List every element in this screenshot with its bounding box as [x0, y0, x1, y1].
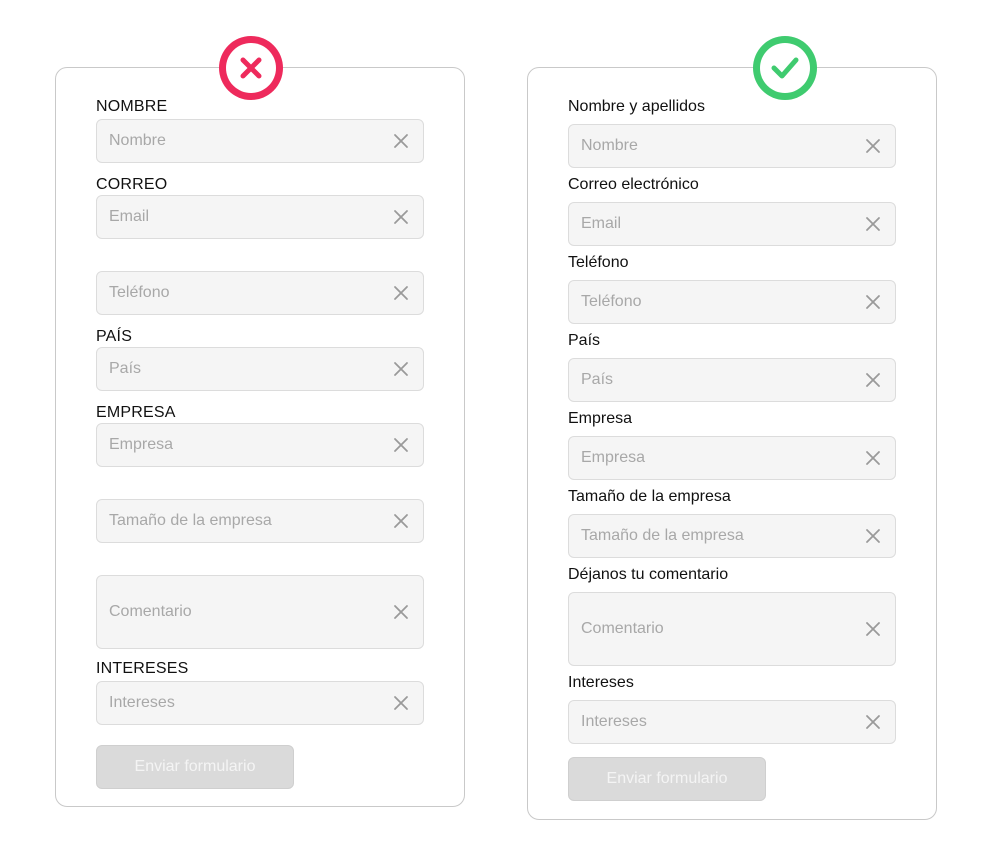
close-icon[interactable]	[393, 695, 409, 711]
x-circle-icon	[219, 36, 283, 100]
close-icon[interactable]	[393, 437, 409, 453]
good-telefono-field[interactable]: Teléfono	[568, 280, 896, 324]
close-icon[interactable]	[865, 528, 881, 544]
close-icon[interactable]	[865, 621, 881, 637]
close-icon[interactable]	[865, 294, 881, 310]
good-empresa-field[interactable]: Empresa	[568, 436, 896, 480]
bad-email-field[interactable]: Email	[96, 195, 424, 239]
tamano-placeholder: Tamaño de la empresa	[109, 512, 272, 529]
tamano-placeholder: Tamaño de la empresa	[581, 527, 744, 544]
good-intereses-field[interactable]: Intereses	[568, 700, 896, 744]
good-tamano-field[interactable]: Tamaño de la empresa	[568, 514, 896, 558]
comentario-placeholder: Comentario	[109, 603, 192, 620]
close-icon[interactable]	[865, 372, 881, 388]
bad-telefono-field[interactable]: Teléfono	[96, 271, 424, 315]
bad-label-pais: PAÍS	[96, 328, 133, 345]
close-icon[interactable]	[393, 604, 409, 620]
close-icon[interactable]	[393, 209, 409, 225]
pais-placeholder: País	[581, 371, 614, 388]
bad-nombre-field[interactable]: Nombre	[96, 119, 424, 163]
close-icon[interactable]	[393, 285, 409, 301]
close-icon[interactable]	[393, 361, 409, 377]
good-label-telefono: Teléfono	[568, 254, 629, 271]
good-submit-button[interactable]: Enviar formulario	[568, 757, 766, 801]
good-label-correo: Correo electrónico	[568, 176, 699, 193]
good-label-empresa: Empresa	[568, 410, 633, 427]
close-icon[interactable]	[393, 133, 409, 149]
email-placeholder: Email	[581, 215, 622, 232]
intereses-placeholder: Intereses	[109, 694, 175, 711]
bad-label-nombre: NOMBRE	[96, 98, 168, 115]
email-placeholder: Email	[109, 208, 150, 225]
good-label-intereses: Intereses	[568, 674, 634, 691]
empresa-placeholder: Empresa	[581, 449, 646, 466]
comentario-placeholder: Comentario	[581, 620, 664, 637]
nombre-placeholder: Nombre	[581, 137, 638, 154]
nombre-placeholder: Nombre	[109, 132, 166, 149]
good-label-tamano: Tamaño de la empresa	[568, 488, 731, 505]
good-label-pais: País	[568, 332, 601, 349]
good-email-field[interactable]: Email	[568, 202, 896, 246]
bad-submit-button[interactable]: Enviar formulario	[96, 745, 294, 789]
good-label-nombre: Nombre y apellidos	[568, 98, 705, 115]
bad-label-intereses: INTERESES	[96, 660, 189, 677]
bad-label-correo: CORREO	[96, 176, 168, 193]
bad-tamano-field[interactable]: Tamaño de la empresa	[96, 499, 424, 543]
bad-pais-field[interactable]: País	[96, 347, 424, 391]
pais-placeholder: País	[109, 360, 142, 377]
good-nombre-field[interactable]: Nombre	[568, 124, 896, 168]
telefono-placeholder: Teléfono	[581, 293, 642, 310]
bad-label-empresa: EMPRESA	[96, 404, 176, 421]
good-comentario-field[interactable]: Comentario	[568, 592, 896, 666]
good-pais-field[interactable]: País	[568, 358, 896, 402]
close-icon[interactable]	[865, 216, 881, 232]
bad-intereses-field[interactable]: Intereses	[96, 681, 424, 725]
good-label-comentario: Déjanos tu comentario	[568, 566, 729, 583]
bad-empresa-field[interactable]: Empresa	[96, 423, 424, 467]
check-circle-icon	[753, 36, 817, 100]
bad-comentario-field[interactable]: Comentario	[96, 575, 424, 649]
telefono-placeholder: Teléfono	[109, 284, 170, 301]
intereses-placeholder: Intereses	[581, 713, 647, 730]
close-icon[interactable]	[393, 513, 409, 529]
close-icon[interactable]	[865, 714, 881, 730]
close-icon[interactable]	[865, 138, 881, 154]
close-icon[interactable]	[865, 450, 881, 466]
empresa-placeholder: Empresa	[109, 436, 174, 453]
